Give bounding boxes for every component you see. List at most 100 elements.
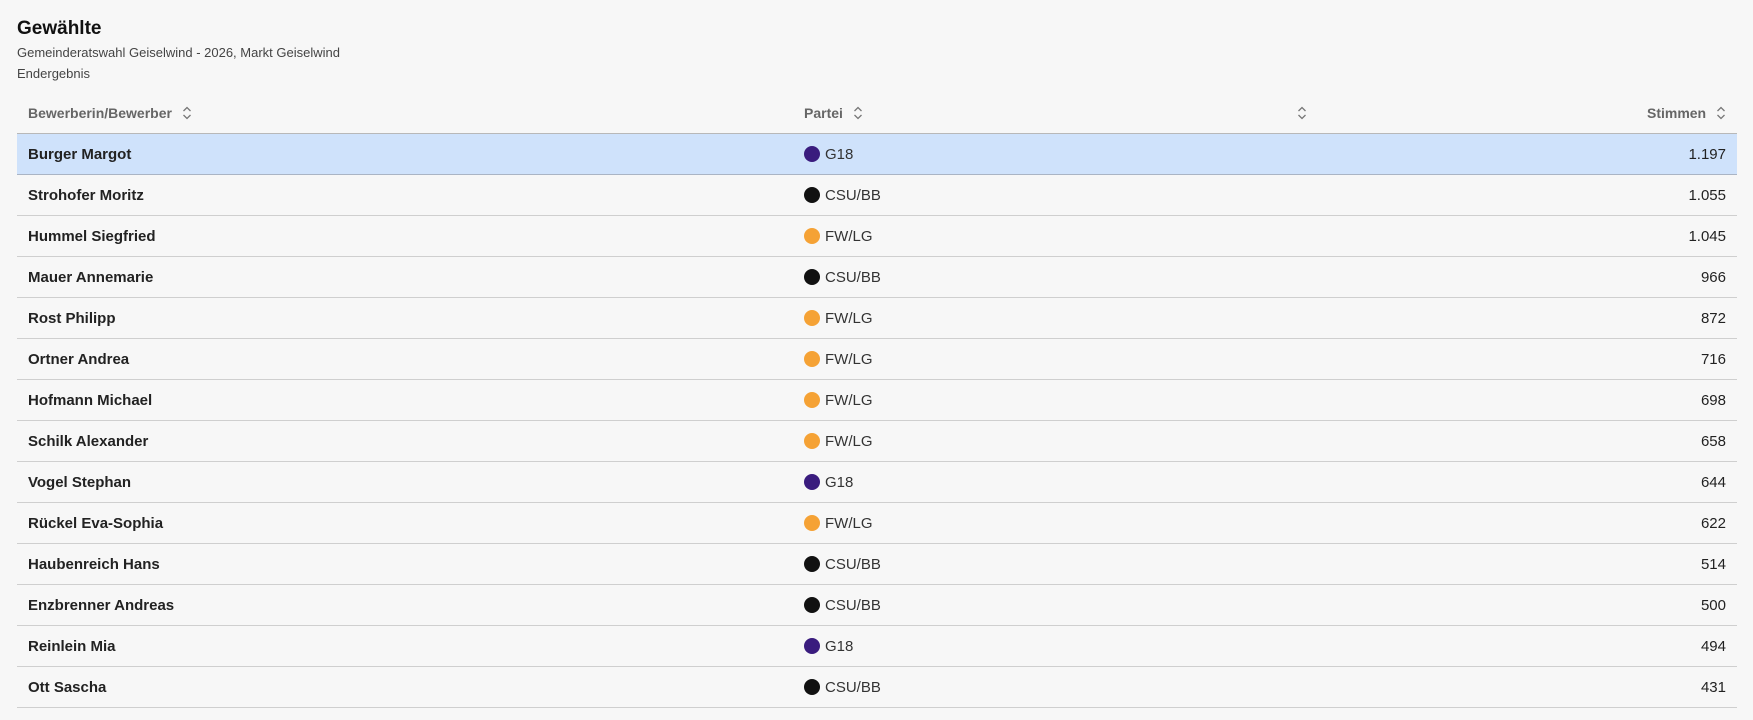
table-row[interactable]: Mauer Annemarie CSU/BB 966 xyxy=(17,256,1737,298)
party-color-dot xyxy=(804,391,820,408)
party-cell: FW/LG xyxy=(793,502,1297,544)
party-cell: FW/LG xyxy=(793,379,1297,421)
table-header-row: Bewerberin/Bewerber Partei Stimmen xyxy=(17,92,1737,134)
party-color-dot xyxy=(804,268,820,285)
party-cell: G18 xyxy=(793,133,1297,175)
column-header-candidate-label: Bewerberin/Bewerber xyxy=(28,104,172,121)
party-color-dot xyxy=(804,596,820,613)
vote-count: 500 xyxy=(1377,584,1737,626)
sort-updown-icon[interactable] xyxy=(1716,106,1726,120)
party-label: CSU/BB xyxy=(825,678,881,696)
extra-cell xyxy=(1297,584,1377,626)
party-cell: FW/LG xyxy=(793,420,1297,462)
result-status: Endergebnis xyxy=(17,66,90,81)
party-label: FW/LG xyxy=(825,350,873,368)
party-label: FW/LG xyxy=(825,309,873,327)
vote-count: 716 xyxy=(1377,338,1737,380)
vote-count: 872 xyxy=(1377,297,1737,339)
table-row[interactable]: Hummel Siegfried FW/LG 1.045 xyxy=(17,215,1737,257)
party-color-dot xyxy=(804,309,820,326)
party-label: FW/LG xyxy=(825,227,873,245)
party-label: G18 xyxy=(825,637,854,655)
vote-count: 698 xyxy=(1377,379,1737,421)
extra-cell xyxy=(1297,338,1377,380)
candidate-name: Reinlein Mia xyxy=(17,625,793,667)
party-label: FW/LG xyxy=(825,391,873,409)
extra-cell xyxy=(1297,215,1377,257)
extra-cell xyxy=(1297,666,1377,708)
table-row[interactable]: Enzbrenner Andreas CSU/BB 500 xyxy=(17,584,1737,626)
party-cell: G18 xyxy=(793,625,1297,667)
column-header-candidate[interactable]: Bewerberin/Bewerber xyxy=(17,92,793,134)
column-header-party[interactable]: Partei xyxy=(793,92,1297,134)
vote-count: 1.197 xyxy=(1377,133,1737,175)
party-color-dot xyxy=(804,186,820,203)
extra-cell xyxy=(1297,420,1377,462)
party-color-dot xyxy=(804,678,820,695)
vote-count: 1.045 xyxy=(1377,215,1737,257)
extra-cell xyxy=(1297,625,1377,667)
sort-updown-icon[interactable] xyxy=(182,106,192,120)
party-cell: G18 xyxy=(793,461,1297,503)
column-header-extra[interactable] xyxy=(1297,92,1377,134)
party-label: CSU/BB xyxy=(825,555,881,573)
extra-cell xyxy=(1297,543,1377,585)
party-color-dot xyxy=(804,145,820,162)
election-subtitle: Gemeinderatswahl Geiselwind - 2026, Mark… xyxy=(17,45,340,60)
candidate-name: Mauer Annemarie xyxy=(17,256,793,298)
party-cell: CSU/BB xyxy=(793,543,1297,585)
vote-count: 494 xyxy=(1377,625,1737,667)
candidate-name: Ortner Andrea xyxy=(17,338,793,380)
table-row[interactable]: Hofmann Michael FW/LG 698 xyxy=(17,379,1737,421)
vote-count: 658 xyxy=(1377,420,1737,462)
extra-cell xyxy=(1297,133,1377,175)
party-cell: CSU/BB xyxy=(793,174,1297,216)
extra-cell xyxy=(1297,256,1377,298)
table-row[interactable]: Rost Philipp FW/LG 872 xyxy=(17,297,1737,339)
party-label: G18 xyxy=(825,145,854,163)
candidate-name: Rost Philipp xyxy=(17,297,793,339)
candidate-name: Burger Margot xyxy=(17,133,793,175)
vote-count: 644 xyxy=(1377,461,1737,503)
extra-cell xyxy=(1297,297,1377,339)
candidate-name: Strohofer Moritz xyxy=(17,174,793,216)
table-row[interactable]: Reinlein Mia G18 494 xyxy=(17,625,1737,667)
table-row[interactable]: Vogel Stephan G18 644 xyxy=(17,461,1737,503)
party-cell: CSU/BB xyxy=(793,584,1297,626)
candidate-name: Schilk Alexander xyxy=(17,420,793,462)
vote-count: 431 xyxy=(1377,666,1737,708)
party-label: G18 xyxy=(825,473,854,491)
extra-cell xyxy=(1297,461,1377,503)
party-color-dot xyxy=(804,514,820,531)
vote-count: 1.055 xyxy=(1377,174,1737,216)
candidate-name: Hummel Siegfried xyxy=(17,215,793,257)
party-color-dot xyxy=(804,555,820,572)
extra-cell xyxy=(1297,379,1377,421)
candidate-name: Hofmann Michael xyxy=(17,379,793,421)
table-row[interactable]: Rückel Eva-Sophia FW/LG 622 xyxy=(17,502,1737,544)
candidate-name: Rückel Eva-Sophia xyxy=(17,502,793,544)
party-label: CSU/BB xyxy=(825,596,881,614)
sort-updown-icon[interactable] xyxy=(853,106,863,120)
candidate-name: Ott Sascha xyxy=(17,666,793,708)
table-row[interactable]: Ott Sascha CSU/BB 431 xyxy=(17,666,1737,708)
column-header-votes-label: Stimmen xyxy=(1646,104,1707,121)
party-cell: FW/LG xyxy=(793,338,1297,380)
party-label: FW/LG xyxy=(825,514,873,532)
party-label: CSU/BB xyxy=(825,268,881,286)
table-row[interactable]: Burger Margot G18 1.197 xyxy=(17,133,1737,175)
party-cell: CSU/BB xyxy=(793,256,1297,298)
candidate-name: Enzbrenner Andreas xyxy=(17,584,793,626)
sort-updown-icon[interactable] xyxy=(1297,106,1307,120)
table-body: Burger Margot G18 1.197 Strohofer Moritz CSU… xyxy=(17,133,1737,708)
table-row[interactable]: Haubenreich Hans CSU/BB 514 xyxy=(17,543,1737,585)
vote-count: 966 xyxy=(1377,256,1737,298)
party-cell: CSU/BB xyxy=(793,666,1297,708)
table-row[interactable]: Ortner Andrea FW/LG 716 xyxy=(17,338,1737,380)
table-row[interactable]: Strohofer Moritz CSU/BB 1.055 xyxy=(17,174,1737,216)
party-label: CSU/BB xyxy=(825,186,881,204)
party-color-dot xyxy=(804,227,820,244)
table-row[interactable]: Schilk Alexander FW/LG 658 xyxy=(17,420,1737,462)
column-header-votes[interactable]: Stimmen xyxy=(1377,92,1737,134)
party-color-dot xyxy=(804,432,820,449)
